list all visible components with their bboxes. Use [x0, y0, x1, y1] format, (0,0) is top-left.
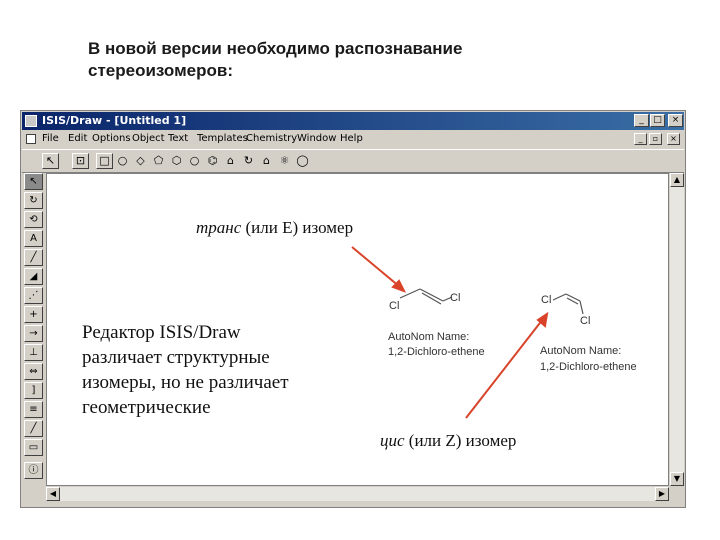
minimize-icon[interactable]: _: [634, 114, 649, 127]
menu-window[interactable]: Window: [297, 133, 336, 144]
rotate-icon[interactable]: ↻: [240, 153, 257, 169]
toolbar: ↖ ⊡ □ ○ ◇ ⬠ ⬡ ○ ⌬ ⌂ ↻ ⌂ ⚛ ◯: [22, 149, 684, 173]
slide-heading: В новой версии необходимо распознавание …: [88, 38, 462, 82]
trans-isomer-label: транс (или E) изомер: [196, 218, 353, 238]
benzene-icon[interactable]: ⌬: [204, 153, 221, 169]
trans-cl-left: Cl: [389, 300, 400, 312]
editor-note-line-2: различает структурные: [82, 347, 270, 368]
scroll-right-icon[interactable]: ▶: [655, 487, 669, 501]
cis-isomer-label: цис (или Z) изомер: [380, 431, 516, 451]
lasso-icon[interactable]: ⊡: [72, 153, 89, 169]
cis-word: цис: [380, 431, 405, 450]
menu-templates[interactable]: Templates: [197, 133, 248, 144]
editor-note: Редактор ISIS/Draw различает структурные…: [82, 320, 289, 420]
rectangle-icon[interactable]: □: [96, 153, 113, 169]
trans-autonom-value: 1,2-Dichloro-ethene: [388, 346, 485, 358]
line-tool-icon[interactable]: ╱: [24, 420, 43, 437]
chain-tool-icon[interactable]: ⋰: [24, 287, 43, 304]
menu-text[interactable]: Text: [168, 133, 188, 144]
cis-cl-right: Cl: [580, 315, 591, 327]
isis-draw-window: ISIS/Draw - [Untitled 1] _ □ × File Edit…: [20, 110, 686, 508]
box-tool-icon[interactable]: ▭: [24, 439, 43, 456]
heading-line-1: В новой версии необходимо распознавание: [88, 39, 463, 58]
editor-note-line-4: геометрические: [82, 397, 211, 418]
house-icon[interactable]: ⌂: [258, 153, 275, 169]
horizontal-scrollbar[interactable]: ◀ ▶: [46, 487, 669, 501]
editor-note-line-3: изомеры, но не различает: [82, 372, 289, 393]
title-bar[interactable]: ISIS/Draw - [Untitled 1] _ □ ×: [22, 112, 684, 130]
lasso-tool-icon[interactable]: ⟲: [24, 211, 43, 228]
doc-minimize-icon[interactable]: _: [634, 133, 647, 145]
cycloheptane-icon[interactable]: ○: [186, 153, 203, 169]
trans-word: транс: [196, 218, 242, 237]
app-icon[interactable]: [25, 115, 37, 127]
close-icon[interactable]: ×: [668, 114, 683, 127]
arrow-tool-icon[interactable]: →: [24, 325, 43, 342]
menu-file[interactable]: File: [42, 133, 59, 144]
menu-object[interactable]: Object: [132, 133, 165, 144]
document-icon[interactable]: [26, 134, 36, 144]
maximize-icon[interactable]: □: [650, 114, 665, 127]
editor-note-line-1: Редактор ISIS/Draw: [82, 322, 241, 343]
scroll-down-icon[interactable]: ▼: [670, 472, 684, 486]
atom-icon[interactable]: ⚛: [276, 153, 293, 169]
scroll-up-icon[interactable]: ▲: [670, 173, 684, 187]
vertical-scrollbar[interactable]: ▲ ▼: [670, 173, 684, 486]
double-arrow-tool-icon[interactable]: ⇔: [24, 363, 43, 380]
menu-chemistry[interactable]: Chemistry: [246, 133, 297, 144]
menu-help[interactable]: Help: [340, 133, 363, 144]
heading-line-2: стереоизомеров:: [88, 61, 234, 80]
trans-autonom-label: AutoNom Name:: [388, 331, 470, 343]
eraser-tool-icon[interactable]: ◢: [24, 268, 43, 285]
cis-cl-left: Cl: [541, 294, 552, 306]
cyclopentane-icon[interactable]: ⬠: [150, 153, 167, 169]
cis-autonom-value: 1,2-Dichloro-ethene: [540, 361, 637, 373]
cis-autonom-label: AutoNom Name:: [540, 345, 622, 357]
trans-rest: (или E) изомер: [245, 218, 354, 237]
bracket-tool-icon[interactable]: ⊥: [24, 344, 43, 361]
trans-cl-right: Cl: [450, 292, 461, 304]
menu-edit[interactable]: Edit: [68, 133, 87, 144]
cyclopropane-icon[interactable]: ○: [114, 153, 131, 169]
select-tool-icon[interactable]: ↖: [24, 173, 43, 190]
brace-tool-icon[interactable]: ]: [24, 382, 43, 399]
left-toolbox: ↖ ↻ ⟲ A ╱ ◢ ⋰ + → ⊥ ⇔ ] ≡ ╱ ▭ ⓘ: [23, 173, 45, 485]
doc-close-icon[interactable]: ×: [667, 133, 680, 145]
select-icon[interactable]: ↖: [42, 153, 59, 169]
menu-bar: File Edit Options Object Text Templates …: [22, 131, 684, 148]
bond-tool-icon[interactable]: ╱: [24, 249, 43, 266]
scroll-left-icon[interactable]: ◀: [46, 487, 60, 501]
atom-tool-icon[interactable]: A: [24, 230, 43, 247]
plus-tool-icon[interactable]: +: [24, 306, 43, 323]
rotate-tool-icon[interactable]: ↻: [24, 192, 43, 209]
cis-rest: (или Z) изомер: [408, 431, 517, 450]
cyclohexane-icon[interactable]: ⬡: [168, 153, 185, 169]
info-tool-icon[interactable]: ⓘ: [24, 462, 43, 479]
template-icon[interactable]: ⌂: [222, 153, 239, 169]
cyclobutane-icon[interactable]: ◇: [132, 153, 149, 169]
window-title: ISIS/Draw - [Untitled 1]: [42, 114, 187, 127]
ring-icon[interactable]: ◯: [294, 153, 311, 169]
menu-options[interactable]: Options: [92, 133, 131, 144]
text-tool-icon[interactable]: ≡: [24, 401, 43, 418]
doc-restore-icon[interactable]: ▫: [649, 133, 662, 145]
